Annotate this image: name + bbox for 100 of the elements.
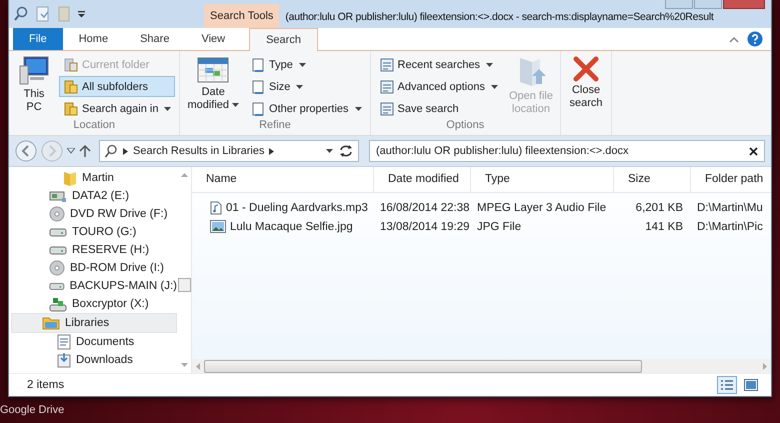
picture-icon <box>744 379 758 391</box>
ribbon-tab[interactable]: File <box>13 28 63 50</box>
boxcryptor-drive-icon <box>49 296 67 312</box>
search-field[interactable]: (author:lulu OR publisher:lulu) fileextension:<>.docx <box>369 140 765 162</box>
dropdown-caret-icon[interactable] <box>326 149 333 153</box>
nav-item[interactable]: RESERVE (H:) <box>9 241 177 259</box>
ribbon-button[interactable]: All subfolders <box>59 76 176 97</box>
drive-icon <box>49 281 65 291</box>
ribbon-item-icon <box>250 100 266 116</box>
nav-item[interactable]: Libraries <box>11 313 177 333</box>
folder-icon <box>63 170 77 186</box>
table-cell: 16/08/2014 22:38 <box>380 202 470 214</box>
computer-icon <box>18 56 50 86</box>
up-arrow-icon[interactable] <box>79 144 91 158</box>
ribbon-tab[interactable]: Home <box>62 28 124 50</box>
scroll-thumb[interactable] <box>204 360 642 372</box>
maximize-button[interactable] <box>694 0 722 9</box>
ribbon-tab[interactable]: Share <box>124 28 186 50</box>
column-header[interactable]: Type <box>471 167 614 192</box>
search-icon <box>104 144 118 158</box>
minimize-button[interactable] <box>665 0 693 9</box>
scroll-right-arrow-icon[interactable] <box>763 362 767 370</box>
nav-item[interactable]: DVD RW Drive (F:) <box>9 205 177 223</box>
ribbon-item-icon <box>63 100 79 116</box>
ribbon-button[interactable]: Search again in <box>59 98 176 119</box>
ribbon-button[interactable]: Close search <box>565 54 607 112</box>
downloads-icon <box>57 352 71 368</box>
item-count: 2 items <box>27 379 64 391</box>
scroll-up-arrow-icon[interactable] <box>180 173 188 177</box>
calendar-icon <box>197 56 230 84</box>
table-cell: MPEG Layer 3 Audio File <box>477 202 606 214</box>
search-tools-header: Search Tools <box>204 4 280 28</box>
window-title: (author:lulu OR publisher:lulu) fileextension:<>.docx - search-ms:displayname=Search%20Result <box>285 11 714 23</box>
file-row[interactable]: Lulu Macaque Selfie.jpg 13/08/2014 19:29 JPG File 141 KB D:\Martin\Pic <box>192 217 771 236</box>
ribbon-button[interactable]: Other properties <box>246 98 366 119</box>
image-file-icon <box>210 220 226 233</box>
ribbon-button[interactable]: Advanced options <box>374 76 502 97</box>
recent-locations-icon[interactable] <box>67 148 75 154</box>
ribbon-item-icon <box>378 100 395 116</box>
ribbon-item-icon <box>250 56 266 72</box>
ribbon-tab[interactable]: View <box>185 28 242 50</box>
group-label: Location <box>72 119 116 133</box>
large-icons-view-button[interactable] <box>741 376 761 394</box>
column-header[interactable]: Size <box>614 167 691 192</box>
ribbon-item-icon <box>378 56 395 72</box>
close-icon <box>573 56 599 82</box>
table-cell: JPG File <box>477 220 522 232</box>
clear-search-icon[interactable] <box>749 146 758 156</box>
ribbon-item-icon <box>250 78 266 94</box>
group-label: Refine <box>258 119 292 133</box>
nav-item[interactable]: BACKUPS-MAIN (J:) <box>9 277 177 295</box>
scroll-left-arrow-icon[interactable] <box>196 362 200 370</box>
table-cell: 6,201 KB <box>636 202 683 214</box>
scroll-down-arrow-icon[interactable] <box>180 363 188 367</box>
ribbon-item-icon <box>63 56 79 72</box>
column-header[interactable]: Name <box>192 167 374 192</box>
refresh-icon[interactable] <box>338 144 354 158</box>
ribbon-item-icon <box>378 78 395 94</box>
nav-item[interactable]: TOURO (G:) <box>9 223 177 241</box>
back-button[interactable] <box>15 140 37 162</box>
column-header[interactable]: Date modified <box>374 167 471 192</box>
disc-drive-icon <box>49 206 65 222</box>
desktop-icon-label: Google Drive <box>0 404 64 416</box>
disc-drive-icon <box>49 260 65 276</box>
drive-icon <box>49 227 67 237</box>
help-icon[interactable] <box>747 31 763 47</box>
table-cell: 141 KB <box>645 220 683 232</box>
file-row[interactable]: 01 - Dueling Aardvarks.mp3 16/08/2014 22:38 MPEG Layer 3 Audio File 6,201 KB D:\Martin\Mu <box>192 198 771 217</box>
ribbon-button[interactable]: Save search <box>374 98 502 119</box>
libraries-icon <box>42 316 60 330</box>
ribbon-button[interactable]: Date modified <box>184 54 242 114</box>
network-drive-icon <box>49 189 67 203</box>
scroll-thumb[interactable] <box>178 278 190 292</box>
nav-item[interactable]: DATA2 (E:) <box>9 187 177 205</box>
details-view-button[interactable] <box>717 376 737 394</box>
nav-item[interactable]: BD-ROM Drive (I:) <box>9 259 177 277</box>
drive-icon <box>49 245 67 255</box>
table-cell: Lulu Macaque Selfie.jpg <box>230 220 353 232</box>
ribbon-button[interactable]: Type <box>246 54 366 75</box>
nav-item[interactable]: Boxcryptor (X:) <box>9 295 177 313</box>
breadcrumb-arrow-icon <box>269 148 274 154</box>
nav-item[interactable]: Downloads <box>9 351 177 369</box>
close-button[interactable] <box>723 0 765 9</box>
customize-caret-icon[interactable] <box>77 10 86 18</box>
ribbon-button[interactable]: Size <box>246 76 366 97</box>
nav-item[interactable]: Martin <box>9 169 177 187</box>
nav-item[interactable]: Documents <box>9 333 177 351</box>
horizontal-scrollbar[interactable] <box>192 359 771 373</box>
properties-icon[interactable] <box>35 6 51 22</box>
ribbon-tab[interactable]: Search <box>249 28 318 51</box>
breadcrumb-arrow-icon <box>123 148 128 154</box>
group-label: Options <box>445 119 486 133</box>
ribbon-button[interactable]: Recent searches <box>374 54 502 75</box>
ribbon-button[interactable]: This PC <box>13 54 55 116</box>
ribbon-item-icon <box>63 78 79 94</box>
search-icon[interactable] <box>13 6 29 22</box>
column-header[interactable]: Folder path <box>691 167 771 192</box>
address-field[interactable]: Search Results in Libraries <box>99 140 359 162</box>
collapse-ribbon-icon[interactable] <box>729 36 739 42</box>
table-cell: D:\Martin\Pic <box>697 220 763 232</box>
